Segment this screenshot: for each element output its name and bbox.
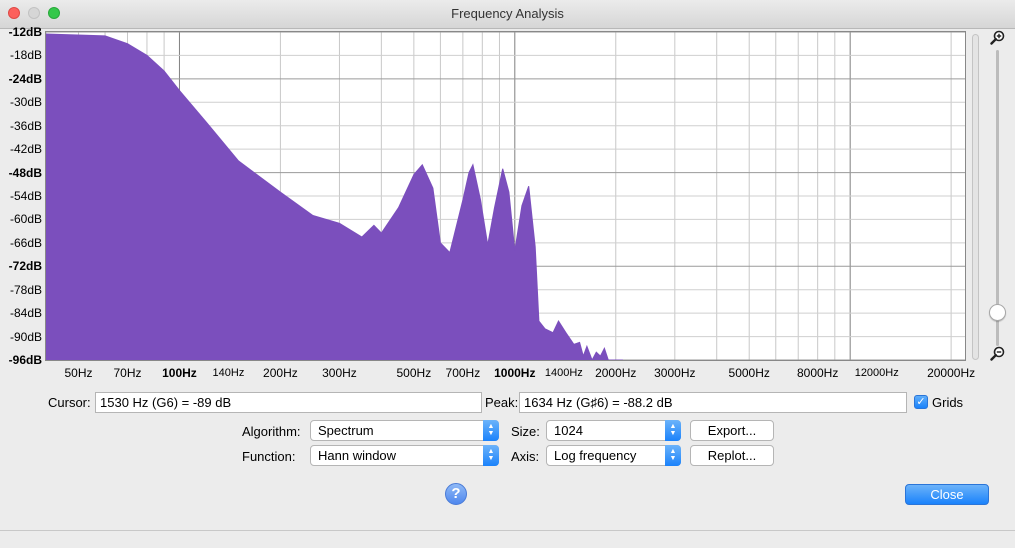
export-button[interactable]: Export... (690, 420, 774, 441)
peak-readout-field[interactable]: 1634 Hz (G♯6) = -88.2 dB (519, 392, 907, 413)
x-tick-label: 5000Hz (728, 366, 770, 380)
updown-arrows-icon: ▲ ▼ (483, 420, 499, 441)
updown-arrows-icon: ▲ ▼ (665, 420, 681, 441)
function-select[interactable]: Hann window ▲ ▼ (310, 445, 499, 466)
x-tick-label: 700Hz (445, 366, 481, 380)
spectrum-plot[interactable] (45, 31, 966, 361)
y-tick-label: -36dB (9, 118, 42, 133)
x-tick-label: 3000Hz (654, 366, 696, 380)
zoom-in-icon[interactable] (990, 30, 1006, 46)
axis-label: Axis: (511, 449, 540, 464)
y-tick-label: -30dB (9, 95, 42, 110)
algorithm-label: Algorithm: (242, 424, 301, 439)
x-tick-label: 50Hz (64, 366, 93, 380)
y-tick-label: -54dB (9, 189, 42, 203)
x-tick-label: 500Hz (396, 366, 432, 380)
y-tick-label: -60dB (9, 212, 42, 227)
vertical-scrollbar[interactable] (972, 34, 979, 360)
window-titlebar: Frequency Analysis (0, 0, 1015, 29)
y-tick-label: -84dB (9, 306, 42, 321)
updown-arrows-icon: ▲ ▼ (483, 445, 499, 466)
spectrum-area (46, 33, 623, 360)
cursor-label: Cursor: (48, 395, 91, 410)
x-tick-label: 100Hz (162, 366, 197, 380)
grids-label[interactable]: Grids (932, 395, 963, 410)
function-label: Function: (242, 449, 296, 464)
function-select-value: Hann window (318, 448, 397, 463)
y-tick-label: -66dB (9, 235, 42, 250)
x-tick-label: 2000Hz (595, 366, 637, 380)
axis-select[interactable]: Log frequency ▲ ▼ (546, 445, 681, 466)
y-tick-label: -78dB (9, 282, 42, 297)
size-select-value: 1024 (554, 423, 583, 438)
y-tick-label: -24dB (8, 71, 42, 86)
y-tick-label: -18dB (9, 48, 42, 63)
grids-checkbox[interactable]: ✓ (914, 395, 928, 409)
x-tick-label: 20000Hz (927, 366, 976, 380)
replot-button[interactable]: Replot... (690, 445, 774, 466)
spectrum-chart (46, 32, 965, 360)
axis-select-value: Log frequency (554, 448, 637, 463)
size-label: Size: (511, 424, 540, 439)
size-select[interactable]: 1024 ▲ ▼ (546, 420, 681, 441)
zoom-out-icon[interactable] (990, 346, 1006, 362)
y-tick-label: -48dB (8, 165, 42, 180)
window-title: Frequency Analysis (451, 6, 564, 21)
y-tick-label: -96dB (8, 353, 42, 367)
zoom-slider-track[interactable] (996, 50, 999, 346)
window-minimize-button[interactable] (28, 7, 40, 19)
y-tick-label: -90dB (9, 329, 42, 344)
x-tick-label: 200Hz (263, 366, 298, 380)
algorithm-select-value: Spectrum (318, 423, 374, 438)
updown-arrows-icon: ▲ ▼ (665, 445, 681, 466)
x-tick-label: 1400Hz (544, 367, 583, 379)
y-tick-label: -72dB (8, 259, 42, 274)
x-tick-label: 70Hz (113, 366, 142, 380)
x-tick-label: 8000Hz (796, 366, 839, 380)
zoom-slider-thumb[interactable] (989, 303, 1006, 321)
x-tick-label: 300Hz (322, 366, 357, 380)
x-tick-label: 1000Hz (494, 366, 536, 380)
y-tick-label: -12dB (8, 25, 42, 39)
window-close-button[interactable] (8, 7, 20, 19)
x-tick-label: 140Hz (212, 367, 245, 379)
peak-label: Peak: (485, 395, 519, 410)
close-button[interactable]: Close (905, 484, 989, 505)
bottom-divider (0, 530, 1015, 531)
x-tick-label: 12000Hz (854, 367, 899, 379)
y-tick-label: -42dB (9, 142, 42, 157)
algorithm-select[interactable]: Spectrum ▲ ▼ (310, 420, 499, 441)
cursor-readout-field[interactable]: 1530 Hz (G6) = -89 dB (95, 392, 482, 413)
help-button[interactable]: ? (445, 483, 467, 505)
window-zoom-button[interactable] (48, 7, 60, 19)
